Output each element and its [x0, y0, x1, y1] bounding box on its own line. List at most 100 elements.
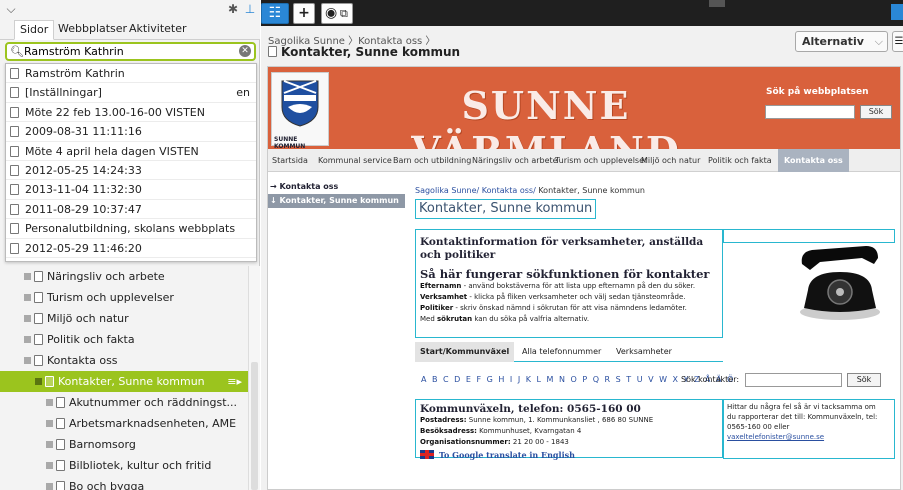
site-nav-item[interactable]: Barn och utbildning — [393, 149, 471, 172]
search-result-item[interactable]: Möte 22 feb 13.00-16-00 VISTEN — [6, 103, 256, 123]
site-nav-item[interactable]: Kommunal service — [318, 149, 392, 172]
site-search-input[interactable] — [765, 105, 855, 119]
tab-sidor[interactable]: Sidor — [14, 20, 55, 40]
panel-tabs: Sidor Webbplatser Aktiviteter — [0, 18, 260, 40]
expand-icon[interactable] — [46, 399, 53, 406]
tree-node[interactable]: Barnomsorg — [0, 434, 248, 455]
site-nav-item[interactable]: Startsida — [272, 149, 308, 172]
site-sidebar: → Kontakta oss ↓ Kontakter, Sunne kommun — [268, 180, 405, 208]
site-nav-item[interactable]: Miljö och natur — [641, 149, 700, 172]
email-link[interactable]: vaxeltelefonister@sunne.se — [727, 433, 824, 441]
tree-node[interactable]: Bilbliotek, kultur och fritid — [0, 455, 248, 476]
how-line-term: Politiker — [420, 304, 454, 312]
tree-node[interactable]: Kontakta oss — [0, 350, 248, 371]
list-view-button[interactable]: ☰ — [892, 31, 903, 52]
list-icon: ☰ — [894, 36, 903, 47]
page-title: Kontakter, Sunne kommun — [268, 45, 460, 59]
page-icon — [10, 184, 19, 196]
expand-icon[interactable] — [24, 294, 31, 301]
site-banner: SUNNE KOMMUN SUNNE VÄRMLAND Sök på webbp… — [268, 67, 900, 173]
search-result-item[interactable]: Personalutbildning, skolans webbplats — [6, 219, 256, 239]
tab-aktiviteter[interactable]: Aktiviteter — [124, 20, 192, 40]
coat-of-arms-icon — [281, 80, 319, 127]
contact-tab[interactable]: Verksamheter — [611, 342, 677, 362]
search-result-item[interactable]: 2012-05-25 14:24:33 — [6, 161, 256, 181]
editor-area: ☷ + ◉ ⧉ Sagolika Sunne 〉Kontakta oss 〉 Ko… — [261, 0, 903, 490]
info-title: Kontaktinformation för verksamheter, ans… — [420, 236, 704, 261]
page-icon — [56, 418, 65, 429]
tree-node[interactable]: Arbetsmarknadsenheten, AME — [0, 413, 248, 434]
search-result-label: 2011-08-29 10:37:47 — [25, 202, 142, 216]
google-translate-link[interactable]: To Google translate in English — [420, 450, 718, 460]
toggle-tree-button[interactable]: ☷ — [261, 3, 289, 24]
search-result-label: 2009-08-31 11:11:16 — [25, 125, 142, 139]
switchboard-title: Kommunväxeln, telefon: 0565-160 00 — [420, 403, 641, 415]
search-result-item[interactable]: 2009-08-31 11:11:16 — [6, 122, 256, 142]
scroll-thumb[interactable] — [251, 362, 258, 490]
view-mode-button[interactable]: ◉ ⧉ — [321, 3, 353, 24]
site-nav-item[interactable]: Politik och fakta — [708, 149, 772, 172]
tree-node[interactable]: Kontakter, Sunne kommun ≡▸ — [0, 371, 248, 392]
contact-tab[interactable]: Start/Kommunväxel — [415, 342, 515, 362]
site-heading: Kontakter, Sunne kommun — [415, 199, 597, 219]
tree-node[interactable]: Politik och fakta — [0, 329, 248, 350]
add-page-button[interactable]: + — [293, 3, 315, 24]
tree-node[interactable]: Akutnummer och räddningst... — [0, 392, 248, 413]
switchboard-lines: Postadress: Sunne kommun, 1. Kommunkansl… — [420, 415, 718, 448]
page-icon — [10, 223, 19, 235]
expand-icon[interactable] — [46, 420, 53, 427]
expand-icon[interactable] — [24, 336, 31, 343]
site-nav-item[interactable]: Kontakta oss — [778, 149, 849, 172]
search-result-label: 2012-05-25 14:24:33 — [25, 163, 142, 177]
site-nav-item[interactable]: Näringsliv och arbete — [472, 149, 558, 172]
search-result-item[interactable]: 2013-11-04 11:32:30 — [6, 180, 256, 200]
tree-node[interactable]: Miljö och natur — [0, 308, 248, 329]
search-result-item[interactable]: Möte 4 april hela dagen VISTEN — [6, 142, 256, 161]
site-search-button[interactable]: Sök — [860, 105, 892, 119]
search-result-label: [Inställningar] — [25, 86, 102, 100]
clear-search-icon[interactable]: ✕ — [239, 45, 251, 57]
page-icon — [10, 126, 19, 138]
tree-node[interactable]: Näringsliv och arbete — [0, 266, 248, 287]
page-title-text: Kontakter, Sunne kommun — [281, 45, 461, 59]
node-menu-icon[interactable]: ≡▸ — [227, 371, 242, 392]
search-result-item[interactable]: Ramström Kathrin — [6, 64, 256, 84]
preview-icon: ⧉ — [340, 7, 348, 20]
site-breadcrumb-links[interactable]: Sagolika Sunne/ Kontakta oss/ — [415, 186, 536, 195]
page-icon — [56, 397, 65, 408]
how-line-text: - använd bokstäverna för att lista upp e… — [461, 282, 696, 290]
site-nav-item[interactable]: Turism och upplevelser — [555, 149, 647, 172]
tree-node-label: Arbetsmarknadsenheten, AME — [69, 417, 237, 430]
tab-webbplatser[interactable]: Webbplatser — [53, 20, 132, 40]
cms-editor: ⌵ ✱ ⊥ Sidor Webbplatser Aktiviteter 🔍︎ ✕… — [0, 0, 903, 490]
search-input[interactable] — [24, 44, 236, 59]
contact-tab[interactable]: Alla telefonnummer — [517, 342, 606, 362]
tree-node[interactable]: Turism och upplevelser — [0, 287, 248, 308]
page-icon — [10, 242, 19, 254]
search-icon: 🔍︎ — [10, 45, 24, 58]
search-result-item[interactable]: 2011-08-29 10:37:47 — [6, 200, 256, 220]
plus-icon: + — [298, 5, 310, 21]
tree-scrollbar[interactable] — [248, 266, 260, 490]
expand-icon[interactable] — [24, 273, 31, 280]
search-result-item[interactable]: 2012-05-29 11:46:20 — [6, 239, 256, 258]
how-line: Verksamhet - klicka på fliken verksamhet… — [420, 292, 718, 303]
site-sidebar-item[interactable]: → Kontakta oss — [268, 180, 405, 194]
site-sidebar-item[interactable]: ↓ Kontakter, Sunne kommun — [268, 194, 405, 208]
expand-icon[interactable] — [24, 315, 31, 322]
collapse-chevron-icon[interactable]: ⌵ — [4, 2, 18, 16]
expand-icon[interactable] — [24, 357, 31, 364]
expand-icon[interactable] — [46, 483, 53, 490]
pin-icon[interactable]: ⊥ — [243, 2, 257, 16]
contact-search-button[interactable]: Sök — [847, 373, 881, 387]
site-search-label: Sök på webbplatsen — [766, 87, 869, 97]
alternativ-button[interactable]: Alternativ ⌵ — [795, 31, 888, 52]
right-panel-toggle[interactable] — [891, 4, 903, 20]
search-result-item[interactable]: [Inställningar] en — [6, 83, 256, 103]
contact-search-input[interactable] — [745, 373, 842, 387]
expand-icon[interactable] — [46, 441, 53, 448]
tree-node[interactable]: Bo och bygga — [0, 476, 248, 490]
expand-icon[interactable] — [35, 378, 42, 385]
gear-icon[interactable]: ✱ — [226, 2, 240, 16]
expand-icon[interactable] — [46, 462, 53, 469]
